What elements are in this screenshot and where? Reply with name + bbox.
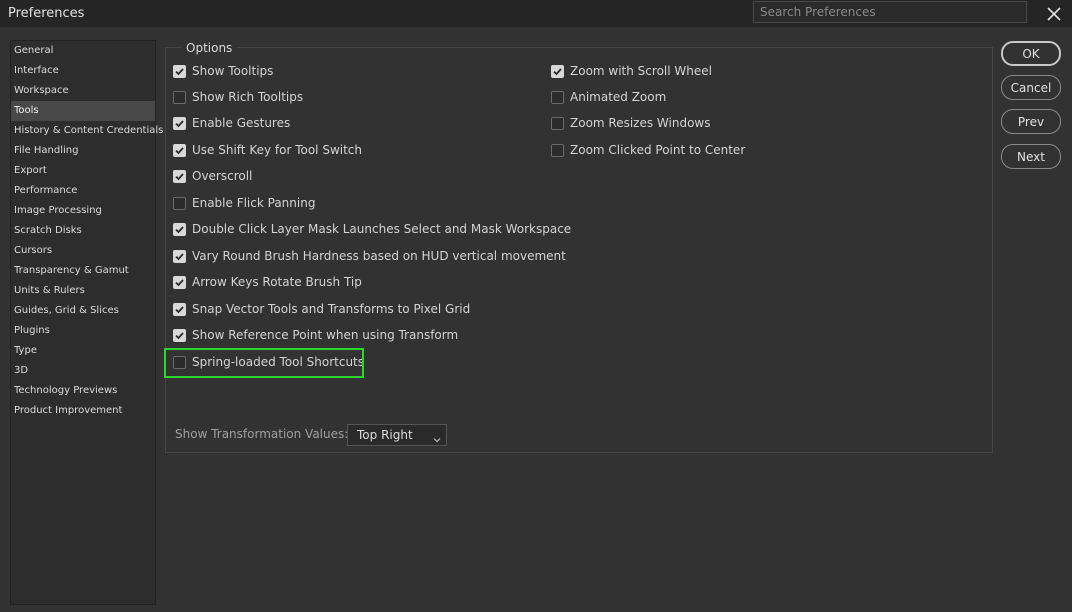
option-checkbox[interactable]: [173, 222, 186, 236]
sidebar-item-image-processing[interactable]: Image Processing: [11, 201, 155, 221]
option-label: Overscroll: [192, 169, 253, 183]
option-label: Zoom with Scroll Wheel: [570, 64, 712, 78]
option-checkbox[interactable]: [551, 90, 564, 104]
sidebar-item-cursors[interactable]: Cursors: [11, 241, 155, 261]
option-label: Show Reference Point when using Transfor…: [192, 328, 459, 342]
transformation-values-value: Top Right: [357, 428, 413, 442]
checkmark-icon: [175, 278, 184, 286]
option-checkbox[interactable]: [551, 143, 564, 157]
sidebar-item-interface[interactable]: Interface: [11, 61, 155, 81]
option-vary-round-brush-hardness-based-on-hud-vertical-movement[interactable]: Vary Round Brush Hardness based on HUD v…: [173, 247, 566, 265]
option-label: Show Tooltips: [192, 64, 274, 78]
option-label: Double Click Layer Mask Launches Select …: [192, 222, 572, 236]
option-checkbox[interactable]: [173, 328, 186, 342]
checkmark-icon: [553, 67, 562, 75]
close-icon[interactable]: [1044, 4, 1064, 24]
option-show-tooltips[interactable]: Show Tooltips: [173, 62, 273, 80]
sidebar-item-workspace[interactable]: Workspace: [11, 81, 155, 101]
sidebar-item-general[interactable]: General: [11, 41, 155, 61]
option-label: Animated Zoom: [570, 90, 667, 104]
sidebar-item-file-handling[interactable]: File Handling: [11, 141, 155, 161]
transformation-values-label: Show Transformation Values:: [175, 427, 349, 441]
checkmark-icon: [175, 305, 184, 313]
option-label: Zoom Clicked Point to Center: [570, 143, 746, 157]
option-label: Snap Vector Tools and Transforms to Pixe…: [192, 302, 471, 316]
option-zoom-clicked-point-to-center[interactable]: Zoom Clicked Point to Center: [551, 141, 745, 159]
option-label: Enable Gestures: [192, 116, 291, 130]
option-label: Show Rich Tooltips: [192, 90, 304, 104]
option-label: Arrow Keys Rotate Brush Tip: [192, 275, 362, 289]
options-legend: Options: [181, 40, 238, 56]
option-checkbox[interactable]: [173, 169, 186, 183]
checkmark-icon: [175, 119, 184, 127]
window-title: Preferences: [8, 6, 85, 21]
checkmark-icon: [175, 67, 184, 75]
option-checkbox[interactable]: [173, 64, 186, 78]
option-double-click-layer-mask-launches-select-and-mask-workspace[interactable]: Double Click Layer Mask Launches Select …: [173, 220, 571, 238]
option-use-shift-key-for-tool-switch[interactable]: Use Shift Key for Tool Switch: [173, 141, 362, 159]
sidebar-item-technology-previews[interactable]: Technology Previews: [11, 381, 155, 401]
sidebar-item-performance[interactable]: Performance: [11, 181, 155, 201]
option-zoom-with-scroll-wheel[interactable]: Zoom with Scroll Wheel: [551, 62, 712, 80]
prev-button[interactable]: Prev: [1001, 109, 1061, 134]
option-checkbox[interactable]: [173, 275, 186, 289]
next-button[interactable]: Next: [1001, 144, 1061, 169]
option-snap-vector-tools-and-transforms-to-pixel-grid[interactable]: Snap Vector Tools and Transforms to Pixe…: [173, 300, 470, 318]
sidebar-item-type[interactable]: Type: [11, 341, 155, 361]
sidebar-item-plugins[interactable]: Plugins: [11, 321, 155, 341]
option-show-rich-tooltips[interactable]: Show Rich Tooltips: [173, 88, 303, 106]
sidebar-item-scratch-disks[interactable]: Scratch Disks: [11, 221, 155, 241]
option-checkbox[interactable]: [173, 143, 186, 157]
chevron-down-icon: [432, 430, 442, 443]
sidebar-item-3d[interactable]: 3D: [11, 361, 155, 381]
sidebar-item-units-rulers[interactable]: Units & Rulers: [11, 281, 155, 301]
preferences-sidebar: General Interface Workspace Tools Histor…: [10, 40, 163, 605]
option-overscroll[interactable]: Overscroll: [173, 167, 252, 185]
checkmark-icon: [175, 225, 184, 233]
checkmark-icon: [175, 172, 184, 180]
option-label: Zoom Resizes Windows: [570, 116, 711, 130]
option-zoom-resizes-windows[interactable]: Zoom Resizes Windows: [551, 114, 711, 132]
option-checkbox[interactable]: [173, 196, 186, 210]
checkmark-icon: [175, 252, 184, 260]
option-checkbox[interactable]: [173, 249, 186, 263]
search-preferences-input[interactable]: [753, 1, 1027, 23]
option-enable-gestures[interactable]: Enable Gestures: [173, 114, 290, 132]
option-label: Vary Round Brush Hardness based on HUD v…: [192, 249, 566, 263]
option-checkbox[interactable]: [173, 302, 186, 316]
cancel-button[interactable]: Cancel: [1001, 75, 1061, 100]
checkmark-icon: [175, 146, 184, 154]
sidebar-item-guides-grid-slices[interactable]: Guides, Grid & Slices: [11, 301, 155, 321]
ok-button[interactable]: OK: [1001, 41, 1061, 66]
option-checkbox[interactable]: [551, 116, 564, 130]
option-show-reference-point-when-using-transform[interactable]: Show Reference Point when using Transfor…: [173, 326, 458, 344]
option-animated-zoom[interactable]: Animated Zoom: [551, 88, 666, 106]
option-enable-flick-panning[interactable]: Enable Flick Panning: [173, 194, 315, 212]
title-bar: Preferences: [0, 0, 1072, 27]
sidebar-item-export[interactable]: Export: [11, 161, 155, 181]
spring-loaded-highlight-box: [164, 348, 364, 378]
sidebar-item-tools[interactable]: Tools: [11, 101, 155, 121]
sidebar-item-transparency-gamut[interactable]: Transparency & Gamut: [11, 261, 155, 281]
option-checkbox[interactable]: [173, 116, 186, 130]
option-checkbox[interactable]: [173, 90, 186, 104]
option-label: Enable Flick Panning: [192, 196, 316, 210]
option-label: Use Shift Key for Tool Switch: [192, 143, 363, 157]
sidebar-item-history-content-credentials[interactable]: History & Content Credentials: [11, 121, 163, 141]
option-arrow-keys-rotate-brush-tip[interactable]: Arrow Keys Rotate Brush Tip: [173, 273, 362, 291]
option-checkbox[interactable]: [551, 64, 564, 78]
transformation-values-select[interactable]: Top Right: [347, 424, 447, 446]
sidebar-item-product-improvement[interactable]: Product Improvement: [11, 401, 155, 421]
checkmark-icon: [175, 331, 184, 339]
